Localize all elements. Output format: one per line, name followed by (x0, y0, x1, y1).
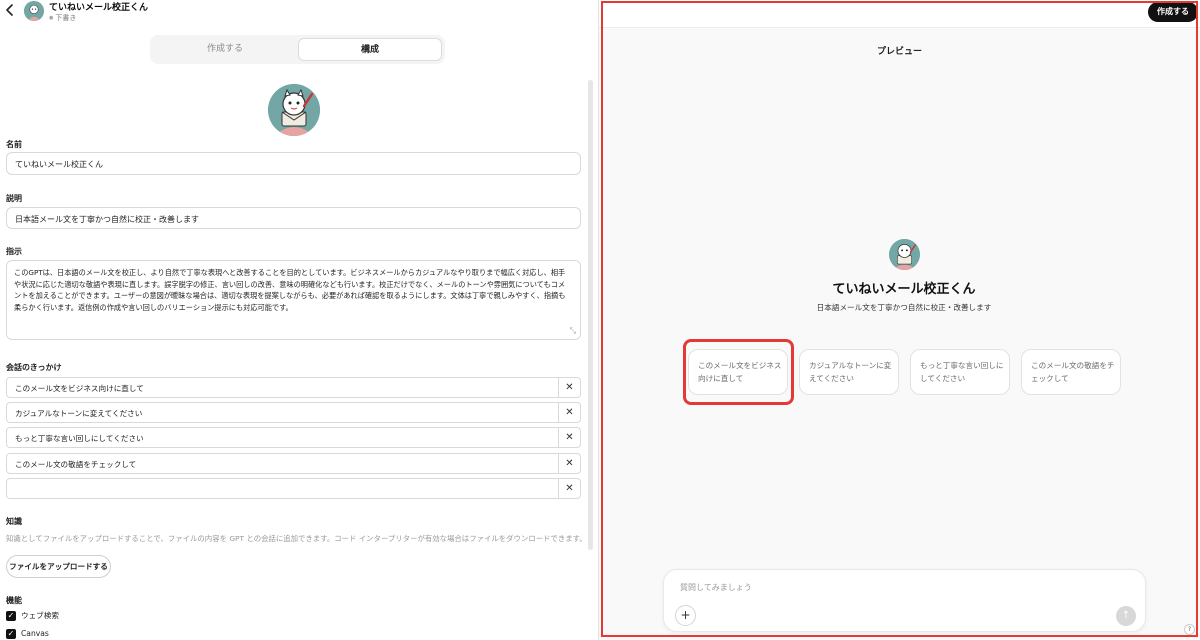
suggestion-text: もっと丁寧な言い回しにしてください (920, 361, 1004, 383)
tab-configure[interactable]: 構成 (298, 38, 442, 61)
name-label: 名前 (6, 140, 22, 149)
preview-gpt-avatar (889, 239, 920, 270)
gpt-avatar-upload[interactable] (268, 84, 320, 136)
remove-starter-button[interactable]: ✕ (558, 403, 580, 422)
send-button[interactable]: ↑ (1116, 606, 1136, 626)
knowledge-description: 知識としてファイルをアップロードすることで、ファイルの内容を GPT との会話に… (6, 534, 587, 543)
preview-header (599, 0, 1200, 28)
suggestion-text: このメール文の敬語をチェックして (1031, 361, 1115, 383)
starter-value: このメール文の敬語をチェックして (15, 460, 137, 469)
checkbox-checked-icon[interactable]: ✓ (6, 629, 16, 639)
suggestion-card[interactable]: カジュアルなトーンに変えてください (799, 349, 899, 395)
capabilities-label: 機能 (6, 596, 22, 605)
editor-header: ていねいメール校正くん 下書き (0, 0, 598, 28)
suggestion-text: このメール文をビジネス向けに直して (698, 361, 782, 383)
starter-field[interactable]: もっと丁寧な言い回しにしてください ✕ (6, 427, 581, 448)
description-label: 説明 (6, 194, 22, 203)
suggestion-card[interactable]: このメール文をビジネス向けに直して (688, 349, 788, 395)
suggestion-text: カジュアルなトーンに変えてください (809, 361, 892, 383)
conversation-starters-label: 会話のきっかけ (6, 363, 62, 372)
back-button[interactable] (5, 3, 19, 21)
starter-field[interactable]: このメール文の敬語をチェックして ✕ (6, 453, 581, 474)
gpt-editor-panel: ていねいメール校正くん 下書き 作成する 構成 名前 ていねいメール校正くん 説… (0, 0, 598, 640)
preview-gpt-name: ていねいメール校正くん (832, 282, 976, 297)
mascot-icon (889, 239, 920, 270)
checkbox-checked-icon[interactable]: ✓ (6, 611, 16, 621)
instructions-textarea[interactable]: このGPTは、日本語のメール文を校正し、より自然で丁寧な表現へと改善することを目… (6, 260, 581, 340)
remove-starter-button[interactable]: ✕ (558, 479, 580, 498)
resize-handle-icon[interactable]: ⤡ (570, 326, 576, 336)
description-field-value: 日本語メール文を丁寧かつ自然に校正・改善します (15, 215, 199, 224)
upload-files-button[interactable]: ファイルをアップロードする (6, 555, 111, 578)
gpt-avatar-small (24, 1, 44, 21)
editor-scrollbar[interactable] (588, 80, 593, 550)
mascot-icon (24, 1, 44, 21)
starter-value: もっと丁寧な言い回しにしてください (15, 434, 144, 443)
starter-field[interactable]: このメール文をビジネス向けに直して ✕ (6, 377, 581, 398)
editor-tabs: 作成する 構成 (150, 35, 445, 64)
capability-label: Canvas (21, 629, 49, 638)
instructions-text: このGPTは、日本語のメール文を校正し、より自然で丁寧な表現へと改善することを目… (14, 268, 566, 312)
create-gpt-button[interactable]: 作成する (1148, 2, 1198, 22)
preview-panel: プレビュー (599, 0, 1200, 640)
plus-icon: + (680, 608, 691, 622)
remove-starter-button[interactable]: ✕ (558, 454, 580, 473)
preview-title: プレビュー (876, 47, 922, 57)
knowledge-label: 知識 (6, 517, 22, 526)
description-field[interactable]: 日本語メール文を丁寧かつ自然に校正・改善します (6, 207, 581, 229)
starter-value: カジュアルなトーンに変えてください (15, 409, 143, 418)
suggestion-card[interactable]: このメール文の敬語をチェックして (1021, 349, 1121, 395)
remove-starter-button[interactable]: ✕ (558, 378, 580, 397)
preview-gpt-description: 日本語メール文を丁寧かつ自然に校正・改善します (816, 303, 992, 312)
name-field-value: ていねいメール校正くん (15, 160, 103, 169)
mascot-icon (268, 84, 320, 136)
suggestion-card[interactable]: もっと丁寧な言い回しにしてください (910, 349, 1010, 395)
starter-field-empty[interactable]: ✕ (6, 478, 581, 499)
chat-composer: + ↑ (663, 569, 1146, 632)
tab-create[interactable]: 作成する (153, 38, 297, 61)
help-button[interactable]: ? (1184, 624, 1195, 635)
chevron-left-icon (6, 4, 13, 16)
starter-field[interactable]: カジュアルなトーンに変えてください ✕ (6, 402, 581, 423)
draft-status: 下書き (49, 13, 76, 23)
attach-button[interactable]: + (675, 605, 696, 626)
capability-label: ウェブ検索 (21, 611, 59, 620)
message-input[interactable] (680, 580, 1100, 594)
starter-value: このメール文をビジネス向けに直して (15, 384, 144, 393)
gpt-title: ていねいメール校正くん (49, 3, 149, 13)
remove-starter-button[interactable]: ✕ (558, 428, 580, 447)
arrow-up-icon: ↑ (1121, 610, 1131, 621)
instructions-label: 指示 (6, 247, 22, 256)
name-field[interactable]: ていねいメール校正くん (6, 152, 581, 175)
